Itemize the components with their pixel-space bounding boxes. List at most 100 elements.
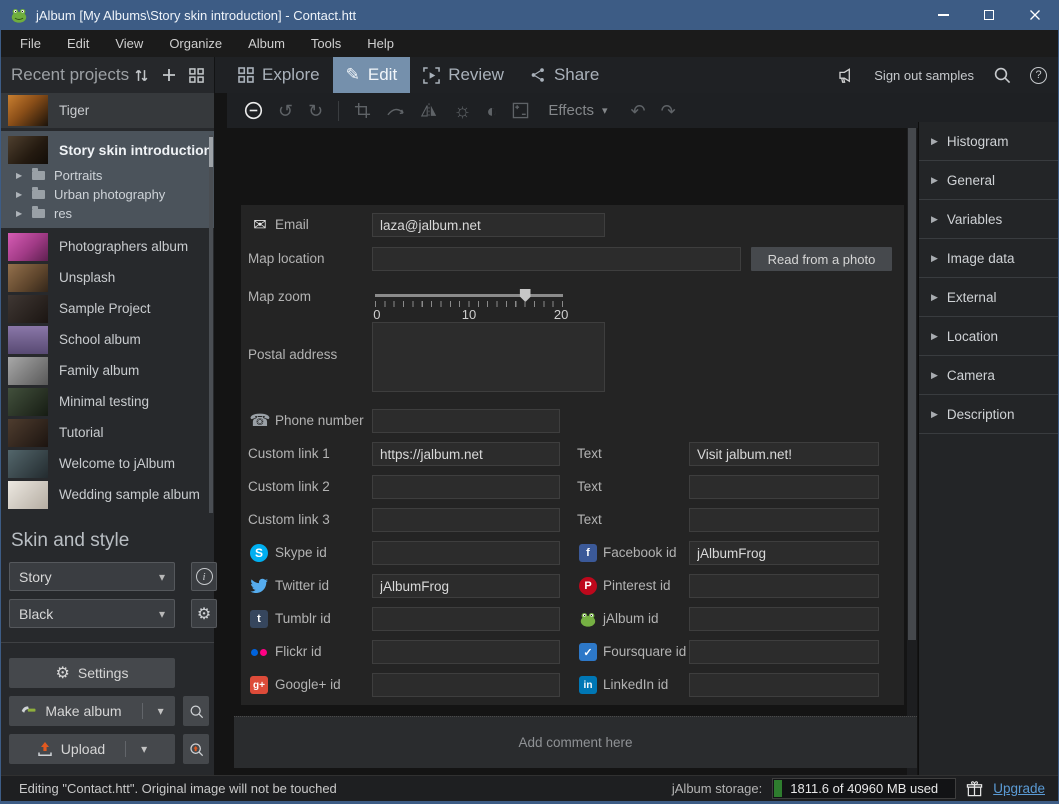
project-item[interactable]: Photographers album xyxy=(1,231,214,262)
project-item[interactable]: Welcome to jAlbum xyxy=(1,448,214,479)
sort-projects-icon[interactable] xyxy=(134,68,149,83)
search-icon[interactable] xyxy=(993,66,1011,84)
twitter-input[interactable] xyxy=(372,574,560,598)
menu-tools[interactable]: Tools xyxy=(298,30,354,57)
project-item[interactable]: Unsplash xyxy=(1,262,214,293)
pinterest-input[interactable] xyxy=(689,574,879,598)
expand-arrow-icon[interactable]: ▶ xyxy=(16,190,25,199)
contrast-icon[interactable]: ◐ xyxy=(487,102,498,120)
chevron-down-icon[interactable]: ▾ xyxy=(158,704,164,718)
custom-link-1-text-input[interactable] xyxy=(689,442,879,466)
main-scrollbar[interactable] xyxy=(907,128,917,775)
skin-info-button[interactable]: i xyxy=(191,562,217,591)
menu-edit[interactable]: Edit xyxy=(54,30,102,57)
tab-edit[interactable]: ✎ Edit xyxy=(333,57,411,93)
tab-share[interactable]: Share xyxy=(517,57,612,93)
skin-settings-button[interactable]: ⚙ xyxy=(191,599,217,628)
brightness-icon[interactable]: ☼ xyxy=(453,101,471,121)
menu-help[interactable]: Help xyxy=(354,30,407,57)
project-item-tiger[interactable]: Tiger xyxy=(1,93,214,128)
email-input[interactable] xyxy=(372,213,605,237)
map-location-input[interactable] xyxy=(372,247,741,271)
preview-upload-button[interactable] xyxy=(183,734,209,764)
maximize-button[interactable] xyxy=(966,0,1012,30)
undo-icon[interactable]: ↶ xyxy=(631,102,646,120)
folder-icon xyxy=(32,190,45,199)
tree-item-portraits[interactable]: ▶ Portraits xyxy=(1,166,214,185)
panel-section-description[interactable]: ▶Description xyxy=(919,395,1059,434)
flip-icon[interactable] xyxy=(420,103,438,118)
upload-button[interactable]: Upload ▾ xyxy=(9,734,175,764)
comment-input[interactable]: Add comment here xyxy=(234,716,917,768)
project-item-selected[interactable]: Story skin introduction ▶ Portraits ▶ Ur… xyxy=(1,131,214,228)
facebook-input[interactable] xyxy=(689,541,879,565)
tree-item-res[interactable]: ▶ res xyxy=(1,204,214,223)
read-from-photo-button[interactable]: Read from a photo xyxy=(751,247,892,271)
jalbum-id-input[interactable] xyxy=(689,607,879,631)
menu-album[interactable]: Album xyxy=(235,30,298,57)
redo-icon[interactable]: ↷ xyxy=(661,102,676,120)
phone-input[interactable] xyxy=(372,409,560,433)
settings-button[interactable]: ⚙ Settings xyxy=(9,658,175,688)
panel-section-camera[interactable]: ▶Camera xyxy=(919,356,1059,395)
panel-section-location[interactable]: ▶Location xyxy=(919,317,1059,356)
crop-icon[interactable] xyxy=(354,102,371,119)
tab-review[interactable]: Review xyxy=(410,57,517,93)
project-item[interactable]: School album xyxy=(1,324,214,355)
linkedin-input[interactable] xyxy=(689,673,879,697)
foursquare-input[interactable] xyxy=(689,640,879,664)
map-zoom-slider[interactable]: 0 10 20 xyxy=(375,289,563,319)
rotate-right-icon[interactable]: ↻ xyxy=(308,102,323,120)
tree-item-urban-photography[interactable]: ▶ Urban photography xyxy=(1,185,214,204)
custom-link-3-text-input[interactable] xyxy=(689,508,879,532)
project-item[interactable]: Tutorial xyxy=(1,417,214,448)
custom-link-1-url-input[interactable] xyxy=(372,442,560,466)
help-icon[interactable]: ? xyxy=(1030,67,1047,84)
panel-section-variables[interactable]: ▶Variables xyxy=(919,200,1059,239)
tumblr-input[interactable] xyxy=(372,607,560,631)
postal-address-textarea[interactable] xyxy=(372,322,605,392)
sidebar-scrollbar[interactable] xyxy=(209,135,213,513)
expand-arrow-icon[interactable]: ▶ xyxy=(16,171,25,180)
menu-file[interactable]: File xyxy=(7,30,54,57)
panel-section-general[interactable]: ▶General xyxy=(919,161,1059,200)
panel-section-external[interactable]: ▶External xyxy=(919,278,1059,317)
panel-section-image-data[interactable]: ▶Image data xyxy=(919,239,1059,278)
straighten-icon[interactable] xyxy=(386,104,405,118)
menu-view[interactable]: View xyxy=(102,30,156,57)
project-item[interactable]: Family album xyxy=(1,355,214,386)
project-view-grid-icon[interactable] xyxy=(189,68,204,83)
custom-link-2-text-input[interactable] xyxy=(689,475,879,499)
expand-arrow-icon[interactable]: ▶ xyxy=(16,209,25,218)
project-item[interactable]: Wedding sample album xyxy=(1,479,214,510)
gift-icon[interactable] xyxy=(966,780,983,798)
minimize-button[interactable] xyxy=(920,0,966,30)
chevron-down-icon[interactable]: ▾ xyxy=(141,742,147,756)
rotate-left-icon[interactable]: ↺ xyxy=(278,102,293,120)
upgrade-link[interactable]: Upgrade xyxy=(993,781,1045,796)
make-album-button[interactable]: Make album ▾ xyxy=(9,696,175,726)
skin-select[interactable]: Story ▾ xyxy=(9,562,175,591)
exposure-icon[interactable] xyxy=(512,102,529,119)
style-select[interactable]: Black ▾ xyxy=(9,599,175,628)
panel-section-histogram[interactable]: ▶Histogram xyxy=(919,122,1059,161)
shrink-circle-icon[interactable] xyxy=(244,101,263,120)
project-item[interactable]: Minimal testing xyxy=(1,386,214,417)
custom-link-2-url-input[interactable] xyxy=(372,475,560,499)
main-scrollbar-thumb[interactable] xyxy=(908,128,916,640)
add-project-icon[interactable] xyxy=(162,68,176,82)
slider-track[interactable] xyxy=(375,294,563,297)
effects-dropdown[interactable]: Effects ▾ xyxy=(548,102,607,119)
sign-out-link[interactable]: Sign out samples xyxy=(874,68,974,83)
menu-organize[interactable]: Organize xyxy=(156,30,235,57)
sidebar-scrollbar-thumb[interactable] xyxy=(209,137,213,167)
flickr-input[interactable] xyxy=(372,640,560,664)
custom-link-3-url-input[interactable] xyxy=(372,508,560,532)
skype-input[interactable] xyxy=(372,541,560,565)
close-button[interactable] xyxy=(1012,0,1058,30)
preview-album-button[interactable] xyxy=(183,696,209,726)
megaphone-icon[interactable] xyxy=(836,66,855,85)
tab-explore[interactable]: Explore xyxy=(225,57,333,93)
googleplus-input[interactable] xyxy=(372,673,560,697)
project-item[interactable]: Sample Project xyxy=(1,293,214,324)
